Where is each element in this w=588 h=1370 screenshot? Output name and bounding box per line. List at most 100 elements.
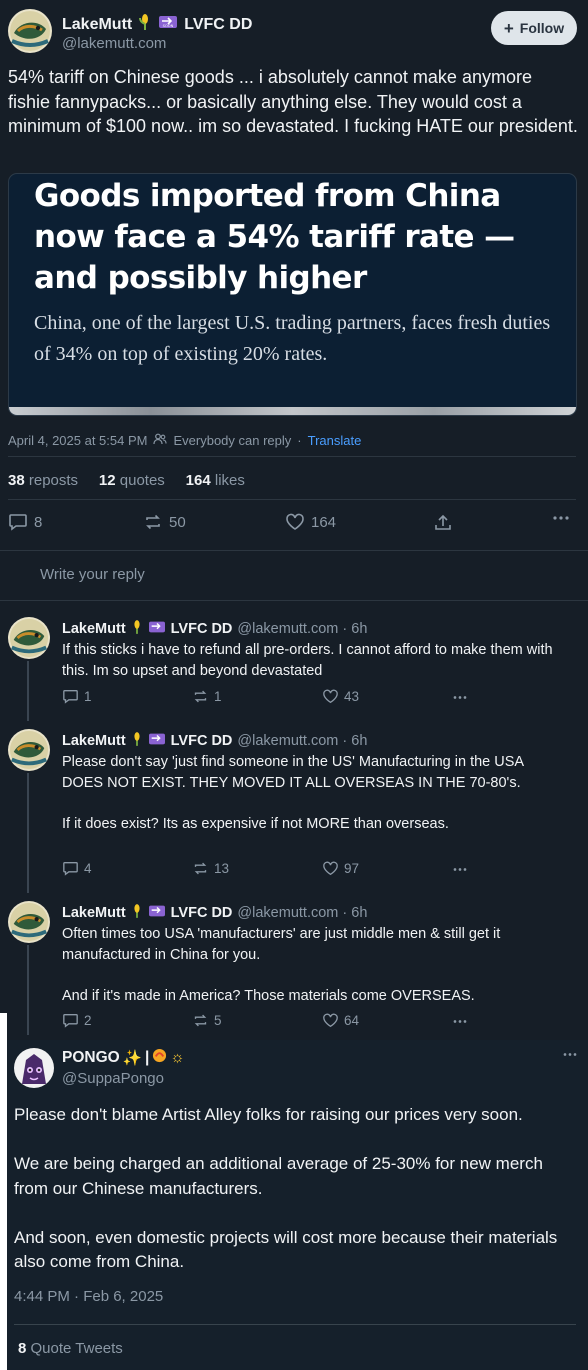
repost-count: 13 — [214, 861, 230, 876]
more-options-button[interactable] — [452, 1019, 468, 1024]
reply-text: If this sticks i have to refund all pre-… — [62, 642, 553, 679]
like-button[interactable]: 64 — [322, 1013, 359, 1028]
soon-arrow-icon — [148, 903, 166, 923]
like-count: 97 — [344, 861, 360, 876]
reply-header: LakeMutt LVFC DD @lakemutt.com · 6h — [62, 619, 367, 639]
quotes-label[interactable]: quotes — [120, 472, 165, 489]
reposts-count[interactable]: 38 — [8, 472, 25, 489]
card-headline: Goods imported from China now face a 54%… — [34, 178, 515, 296]
author-line: LakeMutt SOON LVFC DD — [62, 13, 252, 36]
reply-handle[interactable]: @lakemutt.com · 6h — [237, 905, 367, 921]
ellipsis-icon — [453, 696, 467, 699]
repost-count: 5 — [214, 1013, 222, 1028]
divider — [14, 1324, 576, 1325]
post-meta: April 4, 2025 at 5:54 PM Everybody can r… — [8, 433, 361, 448]
post-text: 54% tariff on Chinese goods ... i absolu… — [8, 67, 578, 136]
reply-author-suffix: LVFC DD — [170, 905, 233, 921]
like-button[interactable]: 97 — [322, 861, 359, 876]
more-options-button[interactable] — [562, 1052, 578, 1057]
ellipsis-icon — [453, 1020, 467, 1023]
heart-icon — [323, 1013, 338, 1028]
reply-icon — [63, 1014, 78, 1028]
divider — [0, 550, 588, 551]
avatar[interactable] — [8, 729, 50, 771]
repost-icon — [194, 1014, 207, 1027]
link-card[interactable]: Goods imported from China now face a 54%… — [8, 173, 577, 416]
reply-handle[interactable]: @lakemutt.com · 6h — [237, 733, 367, 749]
more-options-button[interactable] — [552, 515, 570, 521]
author-handle[interactable]: @lakemutt.com — [62, 35, 166, 52]
post-timestamp[interactable]: April 4, 2025 at 5:54 PM — [8, 433, 147, 448]
author-suffix: LVFC DD — [184, 15, 253, 33]
reply-icon — [63, 862, 78, 876]
quote-tweets-link[interactable]: 8 Quote Tweets — [18, 1340, 123, 1357]
card-subhead: China, one of the largest U.S. trading p… — [34, 312, 551, 365]
sparkles-icon: ✨ — [122, 1049, 143, 1067]
like-count: 43 — [344, 689, 360, 704]
repost-button[interactable]: 50 — [143, 513, 186, 531]
quoted-author-name[interactable]: PONGO — [62, 1049, 120, 1067]
ellipsis-icon — [453, 868, 467, 871]
soon-arrow-icon — [148, 619, 166, 639]
heart-icon — [286, 513, 304, 530]
thread-line — [27, 945, 29, 1035]
quotes-count[interactable]: 12 — [99, 472, 116, 489]
author-name[interactable]: LakeMutt — [62, 16, 132, 34]
share-icon — [435, 514, 451, 530]
reply-button[interactable]: 1 — [62, 689, 92, 704]
like-count: 164 — [311, 513, 337, 531]
more-options-button[interactable] — [452, 695, 468, 700]
quoted-text: Please don't blame Artist Alley folks fo… — [14, 1105, 558, 1271]
repost-button[interactable]: 5 — [192, 1013, 222, 1028]
reply-icon — [63, 690, 78, 704]
repost-icon — [194, 690, 207, 703]
reply-author-suffix: LVFC DD — [170, 621, 233, 637]
avatar[interactable] — [8, 617, 50, 659]
share-button[interactable] — [433, 513, 453, 533]
reply-count: 2 — [84, 1013, 92, 1028]
likes-label[interactable]: likes — [215, 472, 245, 489]
reply-count: 8 — [34, 513, 43, 531]
reply-author-name[interactable]: LakeMutt — [62, 621, 126, 637]
reposts-label[interactable]: reposts — [29, 472, 78, 489]
repost-button[interactable]: 1 — [192, 689, 222, 704]
reply-text: Please don't say 'just find someone in t… — [62, 754, 524, 832]
soon-arrow-icon: SOON — [158, 13, 178, 36]
quoted-handle[interactable]: @SuppaPongo — [62, 1070, 164, 1087]
follow-button[interactable]: + Follow — [491, 11, 577, 45]
quoted-author-line: PONGO ✨ | ☼ — [62, 1048, 185, 1068]
svg-text:SOON: SOON — [163, 24, 174, 28]
reply-button[interactable]: 4 — [62, 861, 92, 876]
reply-author-suffix: LVFC DD — [170, 733, 233, 749]
reply-header: LakeMutt LVFC DD @lakemutt.com · 6h — [62, 731, 367, 751]
divider-bar-icon: | — [145, 1049, 150, 1066]
likes-count[interactable]: 164 — [186, 472, 211, 489]
reply-button[interactable]: 8 — [8, 513, 42, 531]
quoted-timestamp[interactable]: 4:44 PM · Feb 6, 2025 — [14, 1288, 163, 1305]
quote-tweets-count: 8 — [18, 1340, 27, 1357]
ellipsis-icon — [553, 516, 569, 520]
reply-author-name[interactable]: LakeMutt — [62, 905, 126, 921]
repost-count: 50 — [169, 513, 186, 531]
people-icon — [153, 433, 168, 448]
screenshot-edge — [0, 1013, 7, 1370]
avatar[interactable] — [14, 1048, 54, 1088]
more-options-button[interactable] — [452, 867, 468, 872]
translate-link[interactable]: Translate — [308, 433, 362, 448]
like-button[interactable]: 43 — [322, 689, 359, 704]
card-image-strip — [9, 407, 576, 415]
like-count: 64 — [344, 1013, 360, 1028]
reply-count: 4 — [84, 861, 92, 876]
avatar[interactable] — [8, 901, 50, 943]
reply-setting: Everybody can reply — [173, 433, 292, 448]
soon-arrow-icon — [148, 731, 166, 751]
reply-author-name[interactable]: LakeMutt — [62, 733, 126, 749]
reply-button[interactable]: 2 — [62, 1013, 92, 1028]
avatar[interactable] — [8, 9, 52, 53]
like-button[interactable]: 164 — [285, 513, 336, 531]
repost-button[interactable]: 13 — [192, 861, 229, 876]
plant-icon — [131, 904, 143, 922]
reply-handle[interactable]: @lakemutt.com · 6h — [237, 621, 367, 637]
reply-input[interactable]: Write your reply — [40, 566, 145, 583]
repost-count: 1 — [214, 689, 222, 704]
